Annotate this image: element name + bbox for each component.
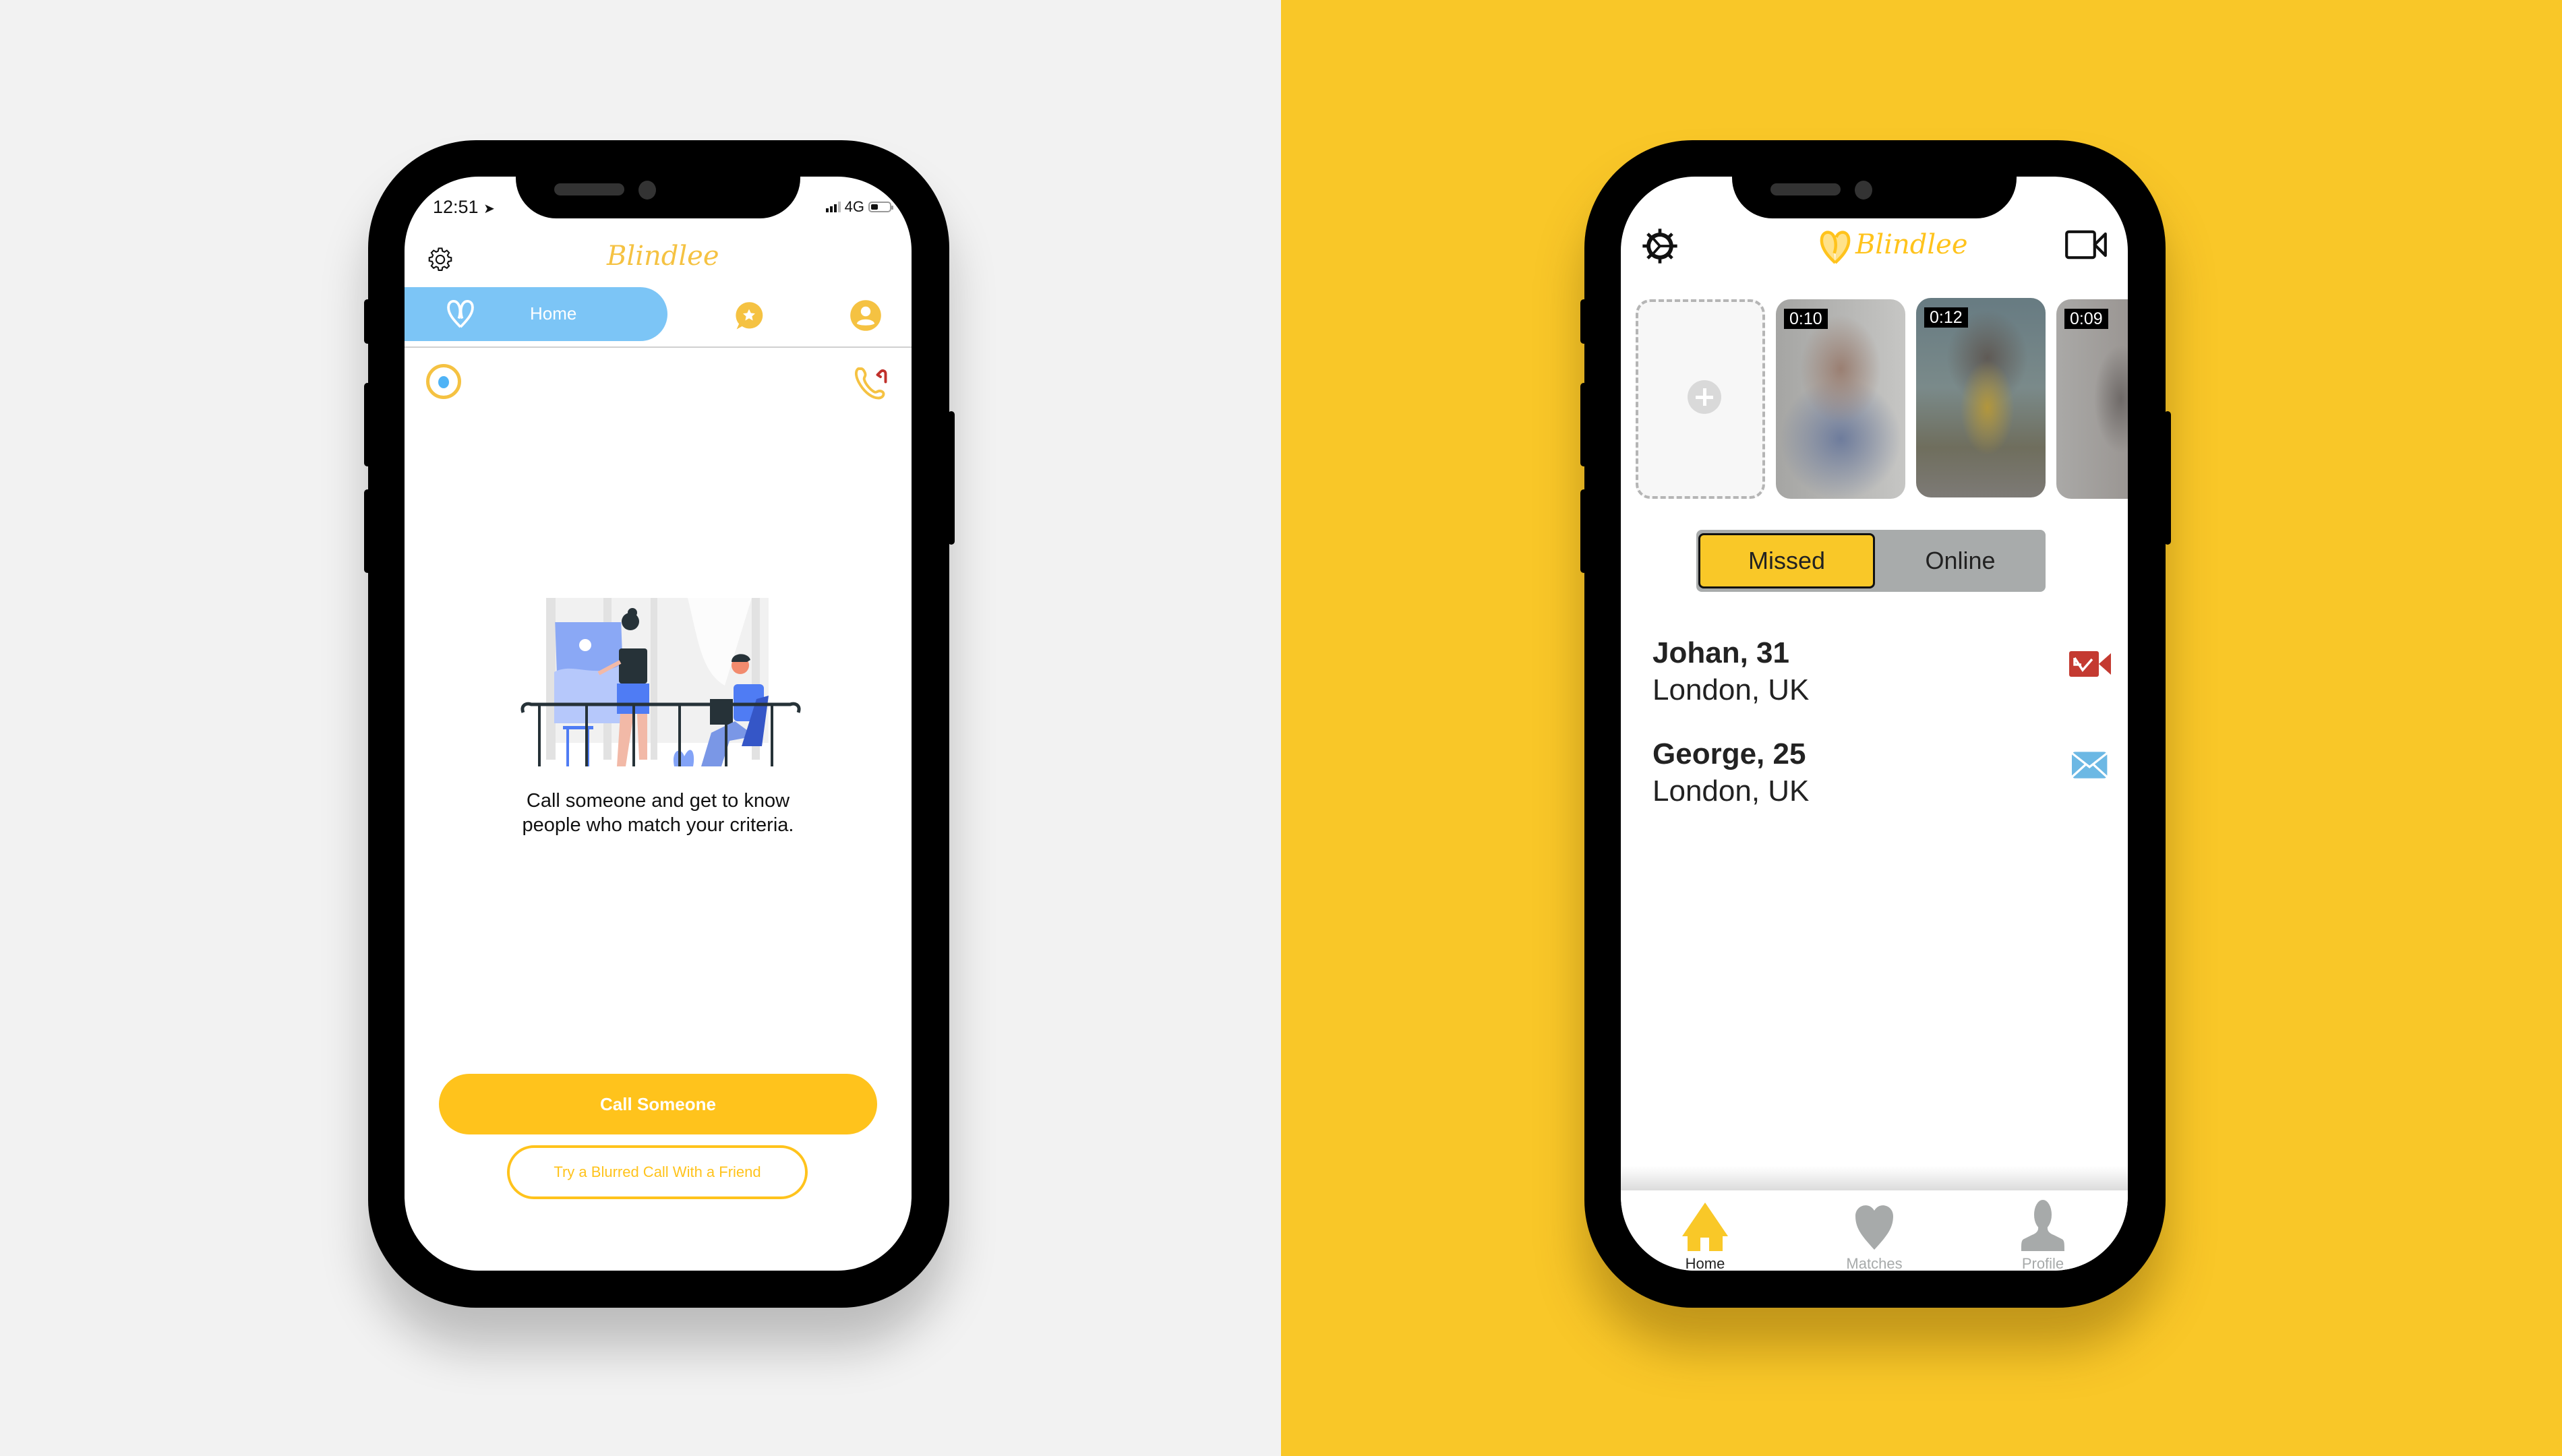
status-time: 12:51 ➤: [433, 197, 495, 217]
tab-home-label: Home: [530, 303, 577, 324]
front-camera: [1855, 181, 1872, 200]
nav-matches[interactable]: Matches: [1814, 1190, 1935, 1271]
heart-logo-icon: [1820, 231, 1851, 264]
video-thumbnails-carousel: 0:10 0:12 0:09: [1636, 298, 2128, 502]
video-duration: 0:10: [1784, 309, 1828, 329]
profile-icon: [2021, 1200, 2064, 1251]
nav-home-label: Home: [1685, 1255, 1725, 1271]
missed-online-segmented-control: Missed Online: [1696, 530, 2046, 592]
video-thumbnail[interactable]: 0:09: [2056, 299, 2128, 499]
status-dot: [438, 376, 449, 388]
list-item[interactable]: George, 25 London, UK: [1652, 736, 2111, 810]
side-button-volume-down: [1580, 489, 1587, 573]
battery-icon: [868, 202, 893, 212]
nav-home[interactable]: Home: [1644, 1190, 1766, 1271]
tab-home[interactable]: Home: [405, 287, 667, 341]
missed-video-call-icon[interactable]: [2069, 650, 2111, 678]
mail-icon[interactable]: [2072, 751, 2111, 779]
call-someone-button[interactable]: Call Someone: [439, 1074, 877, 1134]
phone-mockup-left: 12:51 ➤ 4G Blindlee Home Call someone an…: [364, 140, 955, 1308]
settings-gear-icon[interactable]: [1641, 227, 1679, 265]
tab-profile[interactable]: [850, 299, 882, 332]
top-tab-bar: Home: [405, 287, 912, 342]
speaker: [554, 183, 624, 195]
side-button-power: [2164, 411, 2171, 545]
front-camera: [638, 181, 656, 200]
segment-missed[interactable]: Missed: [1698, 533, 1875, 588]
status-indicators: 4G: [825, 198, 893, 216]
side-button-volume-down: [364, 489, 371, 573]
video-duration: 0:09: [2064, 309, 2108, 329]
video-camera-icon[interactable]: [2064, 229, 2108, 261]
illustration-painting-and-reading: [520, 598, 801, 766]
video-duration: 0:12: [1924, 307, 1968, 328]
screen-home: 12:51 ➤ 4G Blindlee Home Call someone an…: [405, 177, 912, 1271]
record-status-toggle[interactable]: [426, 364, 461, 399]
video-thumbnail[interactable]: 0:10: [1776, 299, 1905, 499]
side-button-volume-up: [1580, 383, 1587, 466]
nav-profile[interactable]: Profile: [1982, 1190, 2104, 1271]
side-button-power: [948, 411, 955, 545]
list-item[interactable]: Johan, 31 London, UK: [1652, 635, 2111, 709]
app-logo: Blindlee: [1816, 225, 1967, 270]
plus-icon: [1688, 380, 1721, 414]
video-thumbnail[interactable]: 0:12: [1916, 298, 2046, 497]
contact-name: George, 25: [1652, 737, 1806, 770]
home-icon: [1682, 1203, 1728, 1251]
tab-divider: [405, 346, 912, 348]
side-button-volume-up: [364, 383, 371, 466]
network-label: 4G: [844, 198, 864, 215]
nav-profile-label: Profile: [2021, 1255, 2064, 1271]
tab-chat[interactable]: [734, 301, 765, 332]
contact-location: London, UK: [1652, 673, 1810, 706]
logo-wordmark: Blindlee: [1855, 229, 1968, 260]
segment-online[interactable]: Online: [1875, 533, 2046, 588]
callback-phone-icon[interactable]: [852, 363, 893, 403]
settings-gear-icon[interactable]: [426, 245, 454, 274]
location-arrow-icon: ➤: [483, 202, 495, 216]
blurred-call-button[interactable]: Try a Blurred Call With a Friend: [507, 1145, 808, 1199]
app-logo: Blindlee: [607, 241, 719, 272]
speaker: [1770, 183, 1841, 195]
contact-name: Johan, 31: [1652, 636, 1789, 669]
bottom-navigation: Home Matches Profile: [1621, 1190, 2128, 1271]
side-button-mute: [364, 299, 371, 344]
screen-calls: Blindlee 0:10 0:12 0:09 Missed Online Jo…: [1621, 177, 2128, 1271]
side-button-mute: [1580, 299, 1587, 344]
phone-mockup-right: Blindlee 0:10 0:12 0:09 Missed Online Jo…: [1580, 140, 2171, 1308]
add-video-tile[interactable]: [1636, 299, 1765, 499]
nav-matches-label: Matches: [1846, 1255, 1903, 1271]
contact-location: London, UK: [1652, 775, 1810, 808]
heart-icon: [1855, 1205, 1893, 1250]
signal-icon: [825, 202, 841, 212]
bottom-nav-shadow: [1621, 1166, 2128, 1190]
heart-logo-icon: [447, 300, 474, 328]
empty-state-message: Call someone and get to know people who …: [522, 790, 794, 836]
